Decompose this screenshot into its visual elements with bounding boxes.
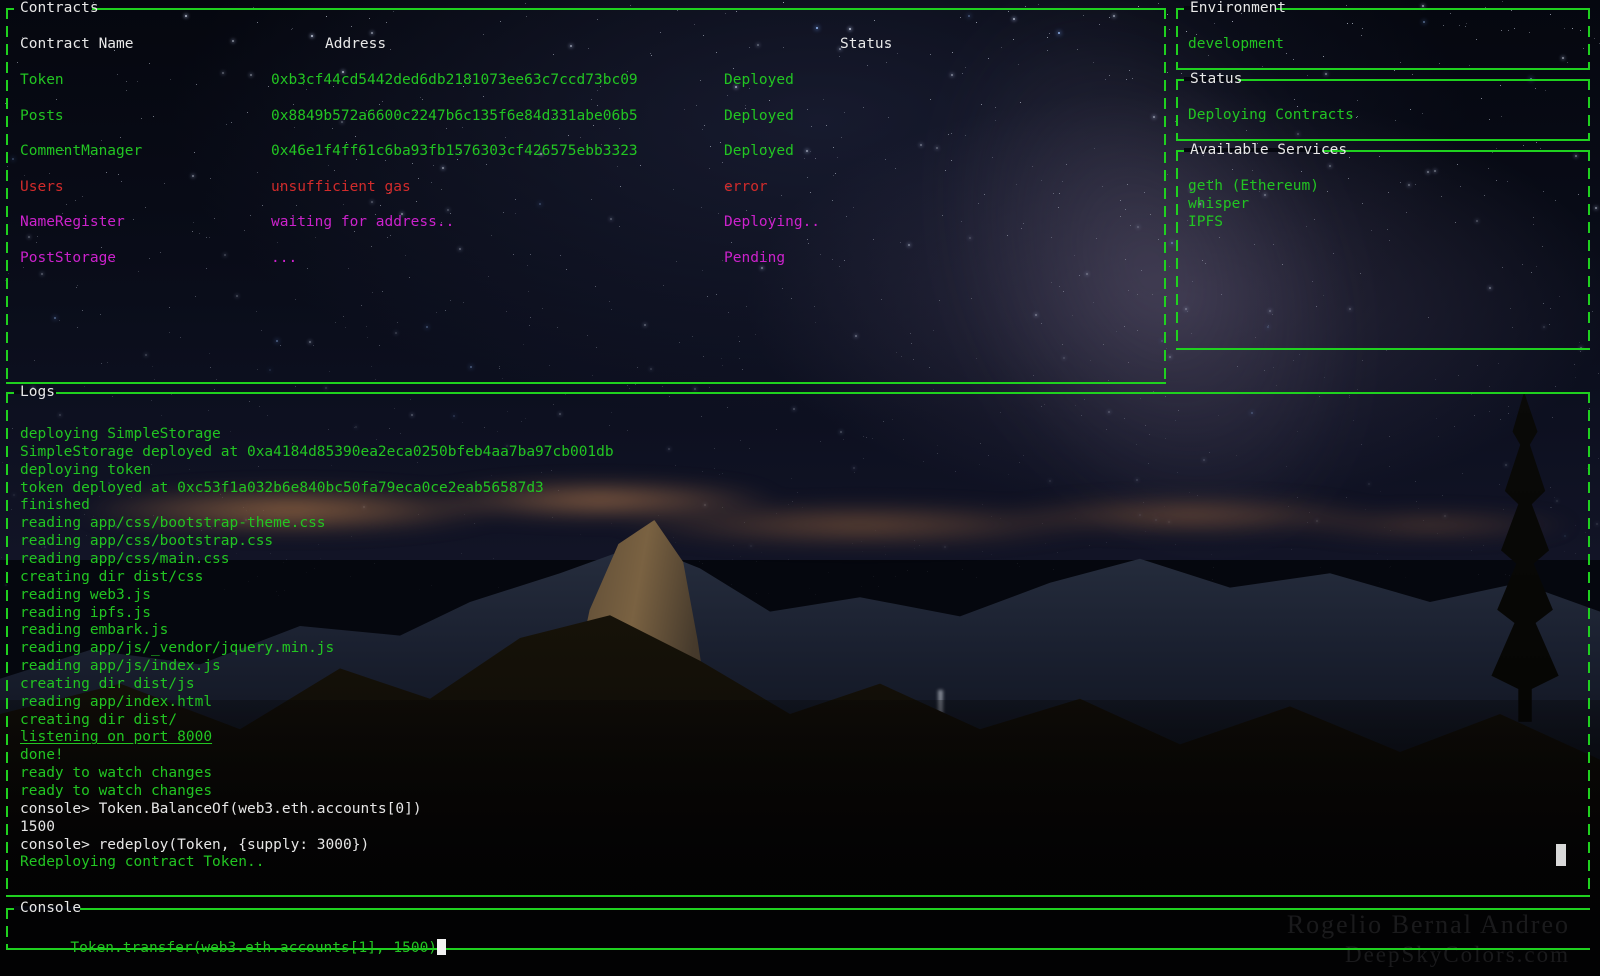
contract-status: Pending xyxy=(724,250,786,266)
log-line: console> redeploy(Token, {supply: 3000}) xyxy=(20,836,370,853)
contract-name: Token xyxy=(20,72,64,88)
log-line: reading embark.js xyxy=(20,622,169,639)
panel-border-bottom xyxy=(6,895,1590,897)
environment-panel-title: Environment xyxy=(1190,0,1287,16)
log-line: SimpleStorage deployed at 0xa4184d85390e… xyxy=(20,443,614,460)
contract-address: 0x46e1f4ff61c6ba93fb1576303cf426575ebb33… xyxy=(271,143,638,160)
log-line: 1500 xyxy=(20,818,55,835)
contracts-panel: Contracts Contract Name Address Status T… xyxy=(6,0,1166,384)
log-line: done! xyxy=(20,747,64,764)
panel-border-top xyxy=(6,908,1590,910)
log-line: deploying token xyxy=(20,461,151,478)
log-line: reading app/js/_vendor/jquery.min.js xyxy=(20,640,335,657)
contract-status: Deployed xyxy=(724,72,794,88)
contract-name: Posts xyxy=(20,107,64,124)
logs-scrollbar-thumb[interactable] xyxy=(1556,844,1566,866)
service-item[interactable]: whisper xyxy=(1188,195,1249,213)
panel-border-right xyxy=(1588,8,1590,70)
contracts-panel-title: Contracts xyxy=(20,0,99,16)
log-line: console> Token.BalanceOf(web3.eth.accoun… xyxy=(20,800,422,817)
panel-border-bottom xyxy=(6,382,1166,384)
log-line: token deployed at 0xc53f1a032b6e840bc50f… xyxy=(20,479,544,496)
log-line: ready to watch changes xyxy=(20,765,213,782)
panel-border-top xyxy=(6,8,1166,10)
contract-address: 0x8849b572a6600c2247b6c135f6e84d331abe06… xyxy=(271,107,638,124)
panel-border-left xyxy=(1176,150,1178,350)
panel-border-right xyxy=(1588,392,1590,897)
environment-panel: Environment development xyxy=(1176,0,1590,70)
console-input-value: Token.transfer(web3.eth.accounts[1], 150… xyxy=(70,940,438,956)
service-item[interactable]: geth (Ethereum) xyxy=(1188,177,1319,195)
log-line: Redeploying contract Token.. xyxy=(20,854,265,871)
panel-border-bottom xyxy=(1176,348,1590,350)
log-line: reading app/css/bootstrap.css xyxy=(20,533,274,550)
contract-name: NameRegister xyxy=(20,214,125,231)
contracts-panel-right-rail xyxy=(1164,8,1166,384)
environment-value: development xyxy=(1188,36,1285,52)
contract-status: Deployed xyxy=(724,107,794,124)
logs-panel: Logs deploying SimpleStorage SimpleStorag… xyxy=(6,384,1590,897)
contract-status: error xyxy=(724,178,768,195)
log-line: finished xyxy=(20,497,90,514)
panel-border-right xyxy=(1588,79,1590,141)
contract-status: Deployed xyxy=(724,143,794,160)
column-header-status: Status xyxy=(840,36,893,52)
panel-border-right xyxy=(1588,150,1590,350)
log-line: reading app/css/main.css xyxy=(20,550,230,567)
log-line: creating dir dist/js xyxy=(20,675,195,692)
log-line: reading app/css/bootstrap-theme.css xyxy=(20,515,326,532)
panel-border-left xyxy=(6,392,8,897)
contract-address: 0xb3cf44cd5442ded6db2181073ee63c7ccd73bc… xyxy=(271,72,638,88)
panel-border-left xyxy=(1176,8,1178,70)
panel-border-left xyxy=(1176,79,1178,141)
column-header-address: Address xyxy=(325,36,387,52)
contract-name: CommentManager xyxy=(20,143,143,160)
status-panel: Status Deploying Contracts xyxy=(1176,71,1590,141)
log-line: creating dir dist/ xyxy=(20,711,178,728)
contract-address: waiting for address.. xyxy=(271,214,455,231)
status-panel-title: Status xyxy=(1190,71,1243,87)
contract-status: Deploying.. xyxy=(724,214,821,231)
available-services-panel: Available Services geth (Ethereum) whispe… xyxy=(1176,142,1590,350)
log-line: reading web3.js xyxy=(20,586,151,603)
contract-address: ... xyxy=(271,250,298,266)
service-item[interactable]: IPFS xyxy=(1188,213,1223,231)
console-input[interactable]: Token.transfer(web3.eth.accounts[1], 150… xyxy=(18,921,447,975)
log-line: reading ipfs.js xyxy=(20,604,151,621)
log-line: listening on port 8000 xyxy=(20,729,213,746)
logs-panel-title: Logs xyxy=(20,384,55,400)
log-line: creating dir dist/css xyxy=(20,568,204,585)
panel-border-left xyxy=(6,8,8,384)
contract-name: Users xyxy=(20,178,64,195)
services-panel-title: Available Services xyxy=(1190,142,1348,158)
column-header-name: Contract Name xyxy=(20,36,134,52)
text-caret xyxy=(437,939,447,955)
log-line: ready to watch changes xyxy=(20,783,213,799)
panel-border-top xyxy=(6,392,1590,394)
panel-border-left xyxy=(6,908,8,950)
contract-address: unsufficient gas xyxy=(271,178,411,195)
console-panel-title: Console xyxy=(20,900,82,916)
log-line: reading app/index.html xyxy=(20,693,213,710)
log-line: reading app/js/index.js xyxy=(20,658,221,675)
console-panel: Console Token.transfer(web3.eth.accounts… xyxy=(6,900,1590,956)
log-line: deploying SimpleStorage xyxy=(20,426,221,442)
contract-name: PostStorage xyxy=(20,250,117,266)
status-value: Deploying Contracts xyxy=(1188,107,1354,123)
